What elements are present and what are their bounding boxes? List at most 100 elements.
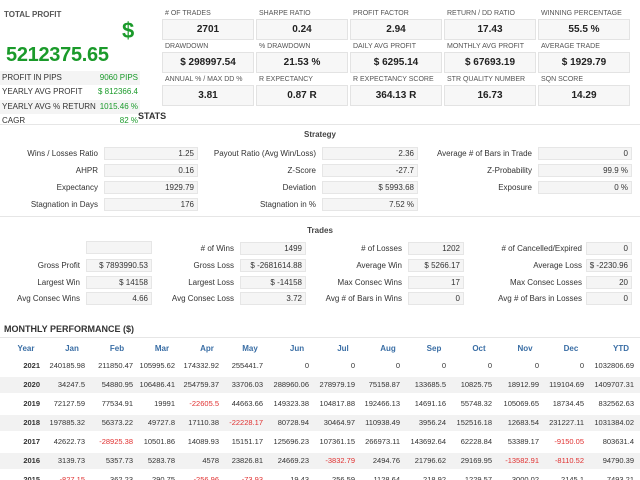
card-title: SQN SCORE xyxy=(541,76,584,83)
stat-label: Average Loss xyxy=(533,261,582,270)
column-header: Jan xyxy=(65,344,79,353)
column-header: Aug xyxy=(380,344,396,353)
month-cell: 80728.94 xyxy=(277,418,309,427)
month-cell: 23826.81 xyxy=(231,456,263,465)
card-title: ANNUAL % / MAX DD % xyxy=(165,76,243,83)
column-header: Nov xyxy=(517,344,533,353)
month-cell: 174332.92 xyxy=(183,361,219,370)
stat-label: Largest Win xyxy=(37,278,80,287)
stat-value: 0 xyxy=(586,242,632,255)
table-row: 2021 240185.98 211850.47 105995.62 174332.92… xyxy=(0,358,640,374)
month-cell: 44663.66 xyxy=(231,399,263,408)
table-row: 2017 42622.73 -28925.38 10501.86 14089.93 151… xyxy=(0,434,640,450)
card-trades: # OF TRADES 2701 xyxy=(162,10,254,42)
stat-value: $ 5993.68 xyxy=(322,181,418,194)
month-cell: 0 xyxy=(350,361,355,370)
card-value: $ 298997.54 xyxy=(162,52,254,73)
month-cell: 19.43 xyxy=(290,475,309,480)
stat-value xyxy=(86,241,152,254)
card-title: % DRAWDOWN xyxy=(259,43,311,50)
month-cell: 1229.57 xyxy=(464,475,492,480)
card-title: DAILY AVG PROFIT xyxy=(353,43,417,50)
stat-value: 1499 xyxy=(240,242,306,255)
month-cell: 197885.32 xyxy=(49,418,85,427)
month-cell: 254759.37 xyxy=(183,380,219,389)
month-cell: 62228.84 xyxy=(460,437,492,446)
month-cell: 0 xyxy=(395,361,400,370)
stat-label: Avg Consec Loss xyxy=(171,294,234,303)
summary-row-pips: PROFIT IN PIPS 9060 PIPS xyxy=(0,71,140,85)
card-value: 21.53 % xyxy=(256,52,348,73)
card-value: 17.43 xyxy=(444,19,536,40)
card-value: 0.87 R xyxy=(256,85,348,106)
month-cell: 240185.98 xyxy=(49,361,85,370)
column-header: Sep xyxy=(426,344,442,353)
month-cell: 0 xyxy=(304,361,309,370)
trades-title: Trades xyxy=(307,226,333,235)
month-cell: 4578 xyxy=(202,456,219,465)
summary-row-yearly-avg-return: YEARLY AVG % RETURN 1015.46 % xyxy=(0,100,140,114)
stat-value: 176 xyxy=(104,198,198,211)
month-cell: 106486.41 xyxy=(139,380,175,389)
column-header: Year xyxy=(17,344,35,353)
stat-label: Exposure xyxy=(498,183,532,192)
stat-label: Gross Profit xyxy=(37,261,80,270)
year-cell: 2019 xyxy=(23,399,40,408)
stat-label: Payout Ratio (Avg Win/Loss) xyxy=(213,149,316,158)
stat-label: Average Win xyxy=(356,261,402,270)
stat-value: 17 xyxy=(408,276,464,289)
month-cell: 0 xyxy=(441,361,446,370)
stat-value: 2.36 xyxy=(322,147,418,160)
stat-value: 0.16 xyxy=(104,164,198,177)
month-cell: 290.75 xyxy=(152,475,175,480)
card-value: 55.5 % xyxy=(538,19,630,40)
card-str-quality: STR QUALITY NUMBER 16.73 xyxy=(444,76,536,108)
month-cell: 211850.47 xyxy=(98,361,133,370)
month-cell: 72127.59 xyxy=(53,399,85,408)
stat-value: $ -2681614.88 xyxy=(240,259,306,272)
card-value: $ 67693.19 xyxy=(444,52,536,73)
stat-value: 1.25 xyxy=(104,147,198,160)
stat-label: Largest Loss xyxy=(188,278,234,287)
month-cell: 105995.62 xyxy=(139,361,175,370)
card-value: 3.81 xyxy=(162,85,254,106)
month-cell: 77534.91 xyxy=(101,399,133,408)
card-avg-trade: AVERAGE TRADE $ 1929.79 xyxy=(538,43,630,75)
card-title: AVERAGE TRADE xyxy=(541,43,600,50)
card-title: MONTHLY AVG PROFIT xyxy=(447,43,525,50)
card-sqn-score: SQN SCORE 14.29 xyxy=(538,76,630,108)
divider xyxy=(0,216,640,217)
summary-label: YEARLY AVG PROFIT xyxy=(2,87,83,96)
month-cell: 18912.99 xyxy=(507,380,539,389)
month-cell: 34247.5 xyxy=(57,380,85,389)
column-header: Jun xyxy=(289,344,305,353)
card-sharpe: SHARPE RATIO 0.24 xyxy=(256,10,348,42)
month-cell: 256.59 xyxy=(332,475,355,480)
stat-label: Wins / Losses Ratio xyxy=(27,149,98,158)
column-header: Jul xyxy=(337,344,349,353)
stat-value: $ 14158 xyxy=(86,276,152,289)
stat-label: Max Consec Losses xyxy=(509,278,582,287)
month-cell: 3000.02 xyxy=(511,475,539,480)
month-cell: 12683.54 xyxy=(507,418,539,427)
card-value: 14.29 xyxy=(538,85,630,106)
month-cell: 0 xyxy=(579,361,584,370)
month-cell: -256.96 xyxy=(193,475,219,480)
table-row: 2020 34247.5 54880.95 106486.41 254759.37 337… xyxy=(0,377,640,393)
month-cell: -73.93 xyxy=(241,475,263,480)
column-header: Mar xyxy=(154,344,170,353)
month-cell: 266973.11 xyxy=(365,437,400,446)
dollar-icon: $ xyxy=(122,18,135,43)
stat-label: Avg Consec Wins xyxy=(17,294,80,303)
month-cell: 1409707.31 xyxy=(594,380,634,389)
month-cell: 143692.64 xyxy=(410,437,446,446)
month-cell: 56373.22 xyxy=(101,418,133,427)
stat-value: 3.72 xyxy=(240,292,306,305)
month-cell: -827.15 xyxy=(59,475,85,480)
card-value: 2701 xyxy=(162,19,254,40)
summary-value: 1015.46 % xyxy=(99,102,138,111)
month-cell: -22605.5 xyxy=(189,399,219,408)
month-cell: 1031384.02 xyxy=(594,418,634,427)
month-cell: 2494.76 xyxy=(372,456,400,465)
year-cell: 2018 xyxy=(23,418,40,427)
